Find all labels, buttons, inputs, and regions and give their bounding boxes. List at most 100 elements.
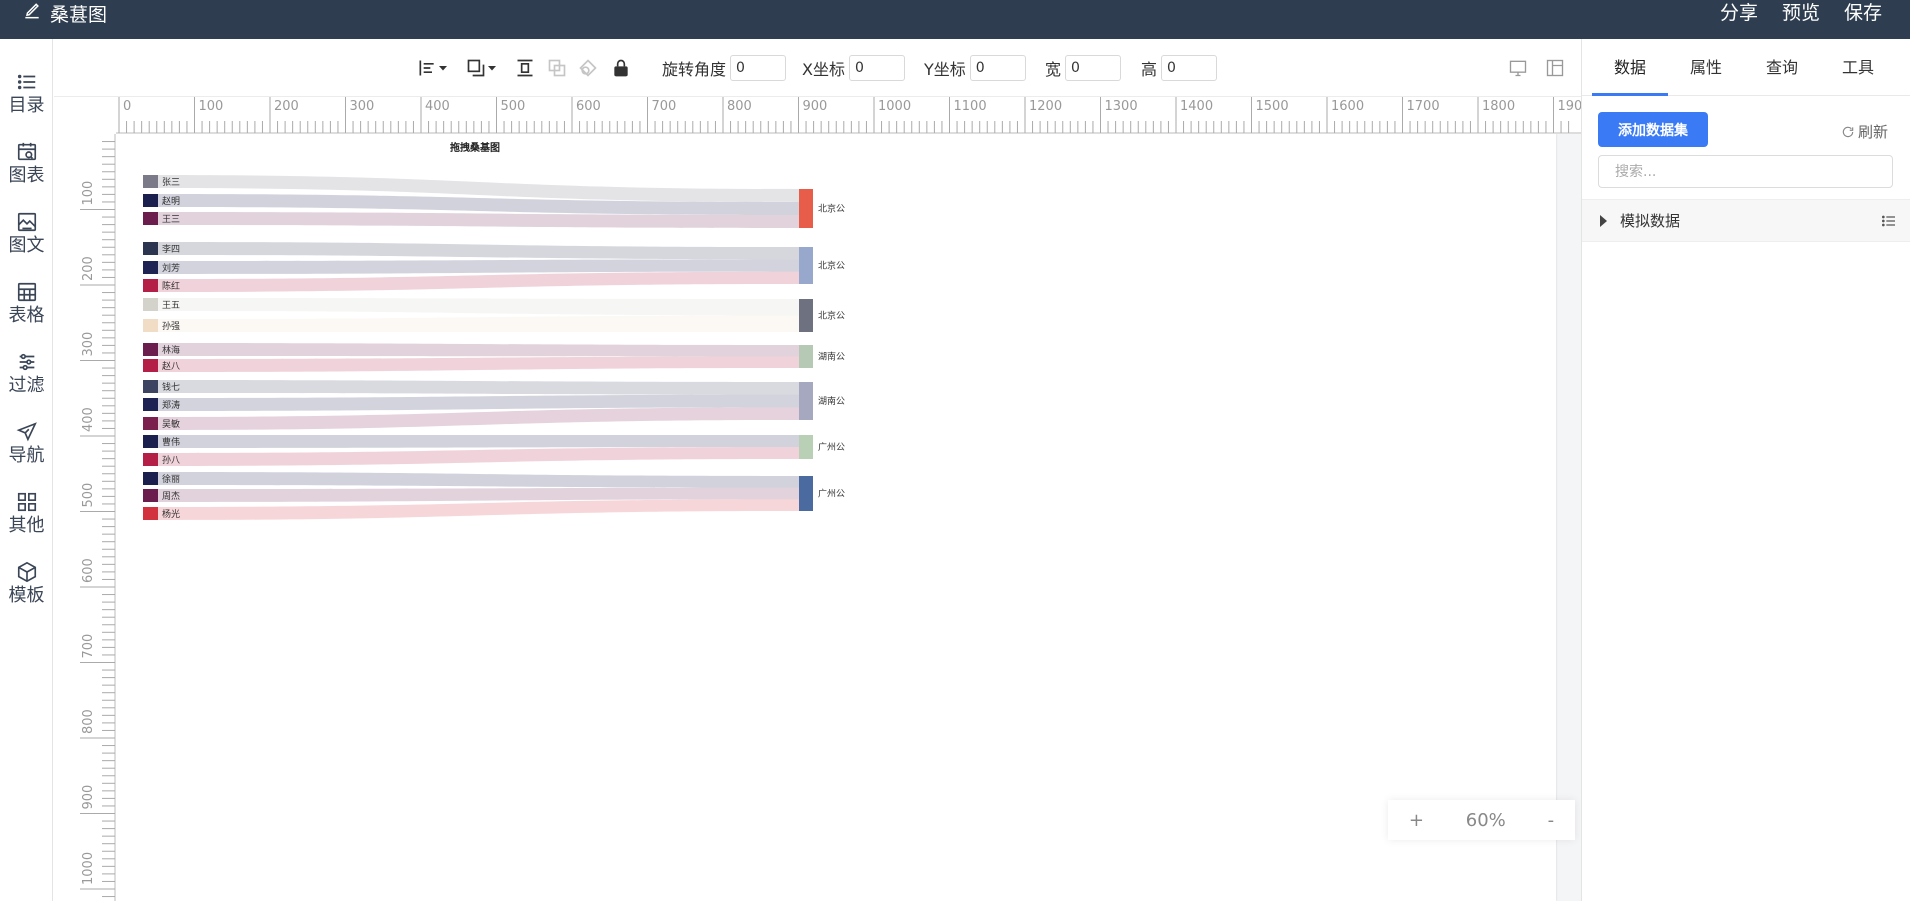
x-input[interactable]: [848, 55, 905, 81]
sankey-target-node[interactable]: [799, 476, 813, 511]
layer-dropdown[interactable]: [466, 39, 498, 97]
tab-data[interactable]: 数据: [1592, 39, 1668, 96]
ruler-top-label: 1900: [1558, 99, 1582, 114]
add-dataset-button[interactable]: 添加数据集: [1598, 112, 1708, 147]
sankey-link[interactable]: [158, 259, 799, 274]
refresh-button[interactable]: 刷新: [1841, 121, 1888, 142]
sidebar-item-template[interactable]: 模板: [0, 561, 53, 621]
ruler-top-label: 1100: [954, 99, 987, 114]
zoom-out-button[interactable]: -: [1548, 810, 1555, 831]
sankey-target-node[interactable]: [799, 345, 813, 368]
sankey-link[interactable]: [158, 472, 799, 488]
sankey-source-node[interactable]: [143, 398, 158, 411]
sankey-source-node[interactable]: [143, 194, 158, 207]
edit-icon[interactable]: [22, 1, 42, 26]
y-input[interactable]: [969, 55, 1026, 81]
sankey-link[interactable]: [158, 315, 799, 333]
sankey-source-node[interactable]: [143, 242, 158, 255]
layout-icon: [1546, 59, 1564, 77]
brand: 桑葚图: [22, 0, 107, 26]
sankey-source-node[interactable]: [143, 472, 158, 485]
zoom-control: + 60% -: [1388, 800, 1575, 840]
preview-button[interactable]: 预览: [1782, 0, 1820, 25]
sankey-source-node[interactable]: [143, 435, 158, 448]
sankey-source-node[interactable]: [143, 453, 158, 466]
layout-mode-button[interactable]: [1545, 39, 1565, 97]
search-input[interactable]: [1598, 155, 1893, 188]
monitor-icon: [1509, 60, 1527, 77]
zoom-in-button[interactable]: +: [1409, 810, 1424, 831]
sidebar-item-catalog[interactable]: 目录: [0, 71, 53, 131]
sankey-link[interactable]: [158, 499, 799, 520]
sankey-source-node[interactable]: [143, 261, 158, 274]
ungroup-button[interactable]: [578, 39, 598, 97]
menu-icon[interactable]: [1881, 213, 1897, 229]
dataset-item[interactable]: 模拟数据: [1582, 199, 1910, 242]
rotation-input[interactable]: [730, 55, 787, 81]
lock-button[interactable]: [611, 39, 631, 97]
sankey-target-node[interactable]: [799, 382, 813, 420]
ruler-left-label: 900: [81, 785, 96, 810]
sankey-link[interactable]: [158, 343, 799, 357]
sidebar-item-label: 图表: [8, 165, 45, 186]
screen-mode-button[interactable]: [1508, 39, 1528, 97]
ruler-top-label: 800: [727, 99, 752, 114]
sankey-source-node[interactable]: [143, 319, 158, 332]
align-dropdown[interactable]: [417, 39, 449, 97]
sidebar-item-filter[interactable]: 过滤: [0, 351, 53, 411]
sidebar-item-other[interactable]: 其他: [0, 491, 53, 551]
top-bar: 桑葚图 分享 预览 保存: [0, 0, 1910, 39]
sankey-link[interactable]: [158, 447, 799, 466]
sankey-source-node[interactable]: [143, 279, 158, 292]
sankey-source-node[interactable]: [143, 417, 158, 430]
group-button[interactable]: [547, 39, 567, 97]
chevron-down-icon: [488, 66, 496, 71]
sankey-chart[interactable]: 张三赵明王三李四刘芳陈红王五孙强林海赵八钱七郑涛吴敏曹伟孙八徐丽周杰杨光北京公北…: [116, 134, 916, 534]
sankey-source-node[interactable]: [143, 380, 158, 393]
sankey-link[interactable]: [158, 242, 799, 260]
sankey-link[interactable]: [158, 356, 799, 373]
distribute-button[interactable]: [515, 39, 535, 97]
ruler-top-label: 200: [274, 99, 299, 114]
ruler-top-label: 1500: [1256, 99, 1289, 114]
chart-icon: [17, 142, 36, 161]
ruler-top-label: 0: [123, 99, 131, 114]
ruler-left-label: 200: [81, 256, 96, 281]
sankey-source-node[interactable]: [143, 507, 158, 520]
sankey-source-label: 杨光: [162, 508, 180, 520]
sankey-link[interactable]: [158, 380, 799, 395]
width-input[interactable]: [1065, 55, 1122, 81]
sankey-source-node[interactable]: [143, 175, 158, 188]
sidebar-item-label: 表格: [8, 305, 45, 326]
sankey-source-node[interactable]: [143, 212, 158, 225]
height-input[interactable]: [1161, 55, 1218, 81]
sankey-source-node[interactable]: [143, 359, 158, 372]
sankey-target-node[interactable]: [799, 435, 813, 459]
height-label: 高: [1141, 60, 1158, 79]
sankey-target-node[interactable]: [799, 189, 813, 228]
sidebar-item-table[interactable]: 表格: [0, 281, 53, 341]
table-icon: [17, 282, 36, 302]
tab-tools[interactable]: 工具: [1820, 39, 1896, 96]
ruler-top-label: 1700: [1407, 99, 1440, 114]
share-button[interactable]: 分享: [1720, 0, 1758, 25]
sankey-target-node[interactable]: [799, 247, 813, 284]
caret-right-icon[interactable]: [1600, 215, 1607, 227]
sankey-link[interactable]: [158, 271, 799, 292]
chevron-down-icon: [439, 66, 447, 71]
sidebar-item-chart[interactable]: 图表: [0, 141, 53, 201]
sankey-link[interactable]: [158, 298, 799, 316]
sankey-source-label: 陈红: [162, 280, 180, 292]
ruler-left-label: 800: [81, 709, 96, 734]
sankey-link[interactable]: [158, 435, 799, 448]
tab-properties[interactable]: 属性: [1668, 39, 1744, 96]
tab-query[interactable]: 查询: [1744, 39, 1820, 96]
sidebar-item-navigation[interactable]: 导航: [0, 421, 53, 481]
sankey-source-node[interactable]: [143, 343, 158, 356]
sankey-source-node[interactable]: [143, 298, 158, 311]
sidebar-item-image-text[interactable]: 图文: [0, 211, 53, 271]
sankey-target-node[interactable]: [799, 299, 813, 332]
sankey-source-label: 王五: [162, 300, 180, 311]
save-button[interactable]: 保存: [1844, 0, 1882, 25]
sankey-source-node[interactable]: [143, 489, 158, 502]
